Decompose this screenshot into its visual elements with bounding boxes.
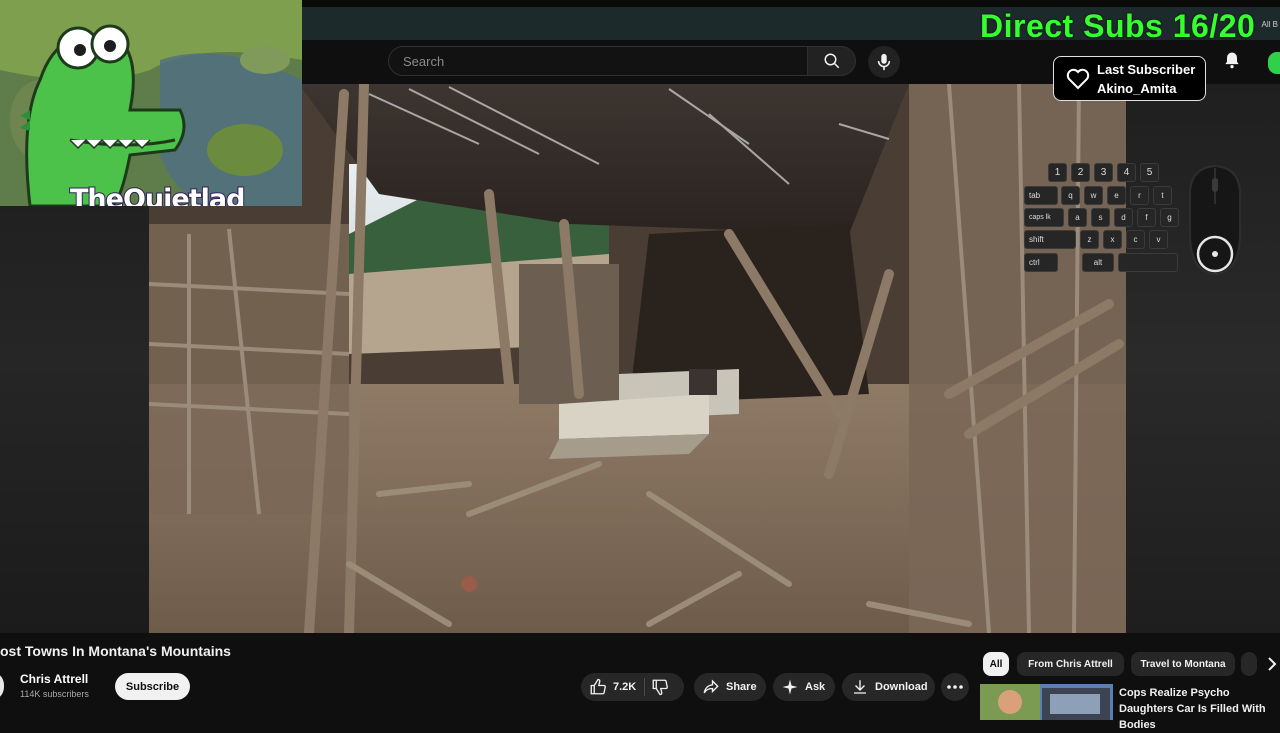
chip-next-partial[interactable] — [1241, 652, 1257, 676]
key-e: e — [1107, 186, 1126, 205]
last-subscriber-widget: Last Subscriber Akino_Amita — [1053, 56, 1206, 101]
chip-travel-montana[interactable]: Travel to Montana — [1131, 652, 1235, 676]
key-4: 4 — [1117, 163, 1136, 182]
like-count: 7.2K — [613, 681, 637, 693]
chip-all[interactable]: All — [983, 652, 1009, 676]
key-alt: alt — [1082, 253, 1114, 272]
mascot-image — [0, 0, 302, 206]
thumbs-down-icon — [652, 679, 669, 696]
ask-label: Ask — [805, 681, 826, 693]
search-icon — [824, 53, 839, 69]
key-5: 5 — [1140, 163, 1159, 182]
corner-label: All B — [1261, 20, 1278, 29]
key-r: r — [1130, 186, 1149, 205]
notifications-button[interactable] — [1222, 50, 1242, 75]
key-shift: shift — [1024, 230, 1076, 249]
key-q: q — [1061, 186, 1080, 205]
key-c: c — [1126, 230, 1145, 249]
download-icon — [854, 680, 866, 694]
key-1: 1 — [1048, 163, 1067, 182]
thumbs-up-icon — [590, 678, 606, 695]
voice-search-button[interactable] — [868, 46, 900, 78]
key-ctrl: ctrl — [1024, 253, 1058, 272]
channel-name[interactable]: Chris Attrell — [20, 672, 88, 686]
like-button[interactable]: 7.2K — [581, 678, 636, 696]
key-tab: tab — [1024, 186, 1058, 205]
search-button[interactable] — [808, 46, 856, 76]
avatar-button[interactable] — [1268, 52, 1280, 74]
sparkle-icon — [782, 679, 798, 695]
share-button[interactable]: Share — [694, 673, 766, 701]
key-x: x — [1103, 230, 1122, 249]
key-z: z — [1080, 230, 1099, 249]
key-a: a — [1068, 208, 1087, 227]
dislike-button[interactable] — [651, 678, 669, 696]
recommended-thumbnail[interactable] — [980, 684, 1113, 720]
mouse-icon — [1189, 164, 1241, 276]
search-input[interactable] — [401, 53, 795, 70]
key-w: w — [1084, 186, 1103, 205]
thumbnail-image — [980, 684, 1113, 720]
share-label: Share — [726, 681, 757, 693]
microphone-icon — [877, 53, 891, 71]
chip-from-channel[interactable]: From Chris Attrell — [1017, 652, 1124, 676]
streamer-cam-overlay: TheQuietlad — [0, 0, 302, 206]
streamer-name: TheQuietlad — [69, 183, 246, 206]
last-subscriber-title: Last Subscriber — [1097, 62, 1196, 77]
key-g: g — [1160, 208, 1179, 227]
recommended-title[interactable]: Cops Realize Psycho Daughters Car Is Fil… — [1119, 685, 1279, 733]
key-caps: caps lk — [1024, 208, 1064, 227]
like-dislike-group: 7.2K — [581, 673, 684, 701]
subscriber-count: 114K subscribers — [20, 689, 89, 699]
subs-goal-counter: Direct Subs 16/20 — [980, 8, 1256, 44]
bell-icon — [1225, 52, 1239, 69]
last-subscriber-name: Akino_Amita — [1097, 81, 1177, 96]
key-2: 2 — [1071, 163, 1090, 182]
key-v: v — [1149, 230, 1168, 249]
key-s: s — [1091, 208, 1110, 227]
like-divider — [644, 678, 646, 696]
key-d: d — [1114, 208, 1133, 227]
more-icon — [947, 685, 963, 689]
ask-button[interactable]: Ask — [773, 673, 835, 701]
chevron-right-icon — [1268, 657, 1277, 671]
download-label: Download — [875, 681, 928, 693]
share-icon — [703, 679, 719, 694]
search-box[interactable] — [388, 46, 808, 76]
more-actions-button[interactable] — [941, 673, 969, 701]
subscribe-button[interactable]: Subscribe — [115, 673, 190, 700]
chips-next-arrow[interactable] — [1266, 656, 1278, 677]
download-button[interactable]: Download — [842, 673, 935, 701]
key-space — [1118, 253, 1178, 272]
key-t: t — [1153, 186, 1172, 205]
heart-icon — [1066, 68, 1090, 90]
key-3: 3 — [1094, 163, 1113, 182]
video-title: ost Towns In Montana's Mountains — [0, 643, 231, 659]
key-f: f — [1137, 208, 1156, 227]
channel-avatar[interactable] — [0, 671, 4, 701]
mouse-overlay — [1182, 164, 1248, 281]
